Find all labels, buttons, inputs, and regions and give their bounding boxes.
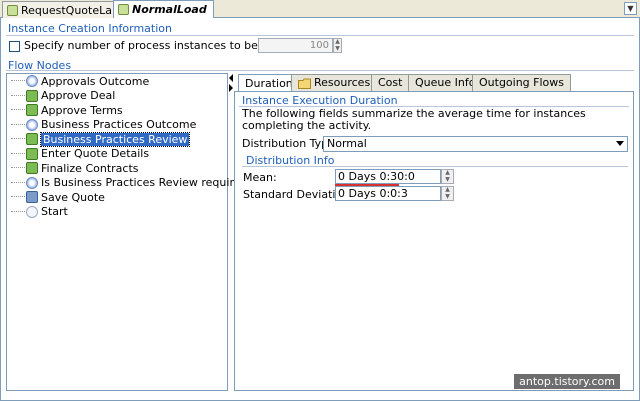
mean-label: Mean: [243, 171, 277, 184]
decision-icon [26, 118, 38, 131]
node-detail-panel: Duration Resources Cost Queue Info Outgo… [234, 74, 634, 391]
tree-item[interactable]: Enter Quote Details [7, 147, 149, 161]
duration-tab-content: Instance Execution Duration The followin… [234, 91, 634, 391]
tab-label: Duration [245, 76, 293, 90]
tab-label: Cost [378, 76, 403, 89]
std-deviation-field[interactable]: 0 Days 0:0:3 [335, 186, 441, 201]
tree-item[interactable]: Business Practices Outcome [7, 118, 196, 132]
start-icon [26, 205, 38, 218]
tree-item-label: Approve Terms [41, 103, 123, 117]
activity-icon [26, 89, 38, 102]
tree-item-label: Is Business Practices Review required? [41, 176, 254, 189]
spin-down-icon[interactable]: ▼ [334, 45, 341, 53]
instance-count-field[interactable]: 100 [258, 38, 333, 53]
distribution-type-value: Normal [327, 137, 367, 150]
watermark: antop.tistory.com [514, 374, 620, 389]
tree-item[interactable]: Finalize Contracts [7, 161, 139, 175]
tree-item[interactable]: Start [7, 205, 68, 219]
chevron-down-icon [616, 141, 624, 146]
editor-tab-label: RequestQuoteLab [21, 3, 119, 17]
tree-item-label: Approve Deal [41, 89, 116, 102]
tree-item[interactable]: Save Quote [7, 190, 105, 204]
std-deviation-stepper[interactable]: ▲ ▼ [441, 186, 454, 201]
editor-tab-normalload[interactable]: NormalLoad [113, 0, 214, 18]
tree-item[interactable]: Is Business Practices Review required? [7, 176, 253, 190]
tab-list-dropdown-button[interactable]: ▼ [624, 2, 637, 15]
tree-item-label: Finalize Contracts [41, 161, 139, 175]
flow-nodes-tree[interactable]: Approvals Outcome Approve Deal Approve T… [6, 73, 253, 391]
tree-item-label: Business Practices Outcome [41, 118, 197, 131]
editor-tab-requestquotelab[interactable]: RequestQuoteLab [2, 1, 126, 18]
tab-label: Outgoing Flows [479, 76, 565, 89]
simulation-icon [118, 4, 129, 15]
activity-icon [26, 133, 38, 145]
editor-tab-label: NormalLoad [132, 3, 207, 16]
process-icon [7, 4, 18, 16]
tree-item-label: Save Quote [41, 190, 105, 204]
section-divider [6, 35, 634, 36]
tree-item-label: Business Practices Review [39, 131, 191, 147]
tree-item[interactable]: Approve Deal [7, 89, 115, 103]
tab-label: Queue Info [415, 76, 476, 89]
tree-item-label: Enter Quote Details [41, 147, 150, 160]
spin-down-icon[interactable]: ▼ [442, 176, 453, 184]
tab-label: Resources [314, 76, 371, 89]
instance-count-stepper[interactable]: ▲ ▼ [333, 38, 342, 53]
folder-icon [298, 78, 311, 89]
tree-item[interactable]: Approve Terms [7, 103, 123, 117]
tree-item[interactable]: Approvals Outcome [7, 74, 149, 88]
mean-stepper[interactable]: ▲ ▼ [441, 169, 454, 184]
section-divider [6, 70, 634, 71]
activity-icon [26, 162, 38, 174]
chevron-down-icon: ▼ [627, 4, 634, 13]
tree-item-label: Start [41, 205, 68, 218]
editor-tab-bar: RequestQuoteLab NormalLoad ▼ [0, 0, 640, 18]
spin-down-icon[interactable]: ▼ [442, 193, 453, 201]
tree-item-selected[interactable]: Business Practices Review [7, 131, 191, 147]
tree-item-label: Approvals Outcome [41, 74, 150, 88]
tab-cost[interactable]: Cost [371, 74, 410, 91]
decision-icon [26, 176, 38, 189]
decision-icon [26, 75, 38, 87]
tab-resources[interactable]: Resources [291, 74, 378, 91]
activity-icon [26, 147, 38, 160]
duration-description: The following fields summarize the avera… [242, 107, 586, 132]
activity-icon [26, 104, 38, 116]
mean-field[interactable]: 0 Days 0:30:0 [335, 169, 441, 184]
section-divider [242, 166, 628, 167]
tab-outgoing-flows[interactable]: Outgoing Flows [472, 74, 572, 91]
script-icon [26, 191, 38, 203]
distribution-type-select[interactable]: Normal [323, 136, 628, 152]
specify-instances-checkbox[interactable] [9, 41, 20, 52]
instance-creation-title: Instance Creation Information [8, 22, 172, 35]
